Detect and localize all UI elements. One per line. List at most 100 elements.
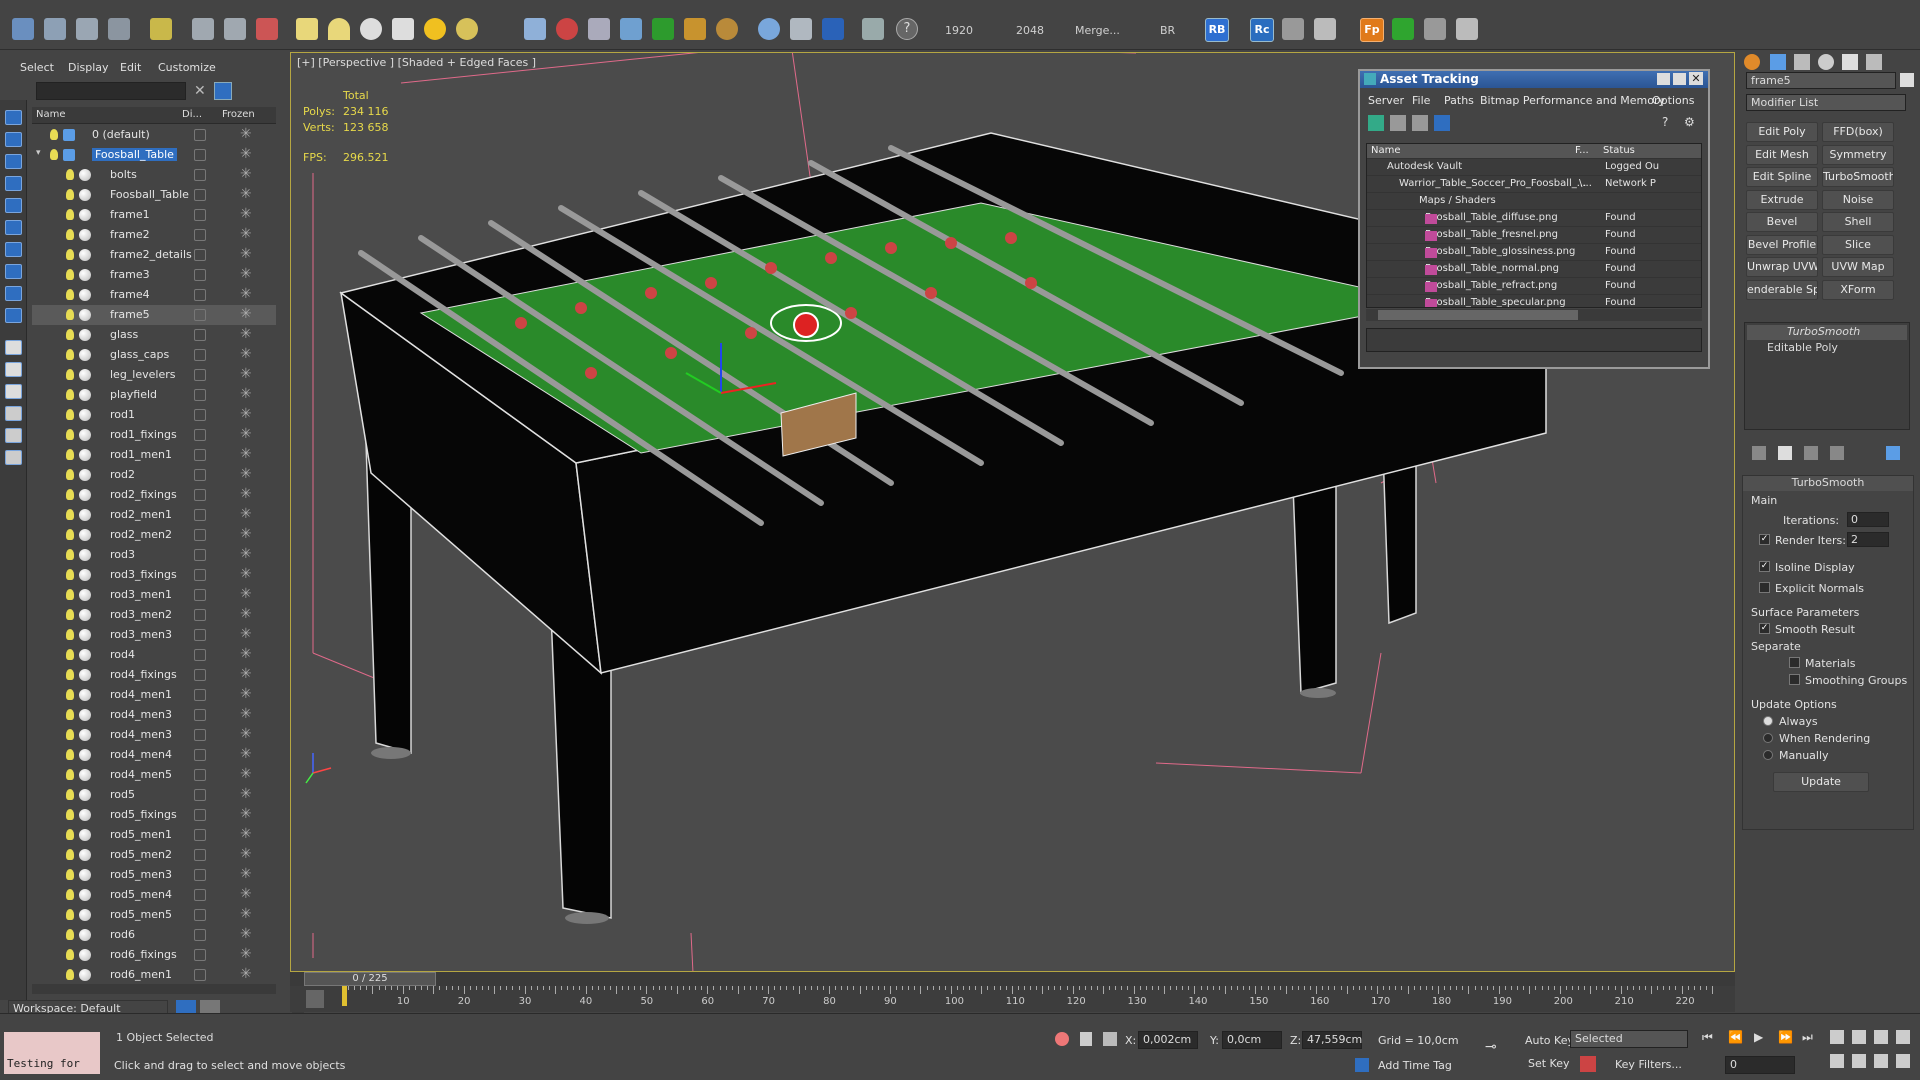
maximize-viewport-icon[interactable] <box>1896 1054 1910 1068</box>
remove-modifier-icon[interactable] <box>1830 446 1844 460</box>
freeze-toggle-icon[interactable]: ✳ <box>240 366 252 382</box>
display-toggle-icon[interactable] <box>194 389 206 401</box>
explorer-row[interactable]: rod4_men3 ✳ <box>32 705 276 725</box>
modifier-button[interactable]: Extrude <box>1746 189 1818 210</box>
display-toggle-icon[interactable] <box>194 409 206 421</box>
freeze-toggle-icon[interactable]: ✳ <box>240 286 252 302</box>
visibility-bulb-icon[interactable] <box>66 689 74 700</box>
visibility-bulb-icon[interactable] <box>66 629 74 640</box>
bind-icon[interactable] <box>108 18 130 40</box>
modifier-button[interactable]: Symmetry <box>1822 144 1894 165</box>
visibility-bulb-icon[interactable] <box>66 949 74 960</box>
display-toggle-icon[interactable] <box>194 969 206 981</box>
freeze-toggle-icon[interactable]: ✳ <box>240 486 252 502</box>
visibility-bulb-icon[interactable] <box>66 569 74 580</box>
batch-render-icon[interactable] <box>862 18 884 40</box>
fov-icon[interactable] <box>1830 1054 1844 1068</box>
visibility-bulb-icon[interactable] <box>66 909 74 920</box>
explorer-row[interactable]: rod5_men3 ✳ <box>32 865 276 885</box>
zoom-icon[interactable] <box>1830 1030 1844 1044</box>
display-toggle-icon[interactable] <box>194 169 206 181</box>
explorer-row[interactable]: rod1_fixings ✳ <box>32 425 276 445</box>
display-toggle-icon[interactable] <box>194 369 206 381</box>
zoom-extents-all-icon[interactable] <box>1896 1030 1910 1044</box>
explorer-row[interactable]: leg_levelers ✳ <box>32 365 276 385</box>
explorer-row[interactable]: glass ✳ <box>32 325 276 345</box>
explorer-row[interactable]: frame2_details ✳ <box>32 245 276 265</box>
explorer-row[interactable]: rod2_fixings ✳ <box>32 485 276 505</box>
explorer-row[interactable]: rod5 ✳ <box>32 785 276 805</box>
display-toggle-icon[interactable] <box>194 329 206 341</box>
light-filter-icon[interactable] <box>5 176 22 191</box>
hierarchy-tab-icon[interactable] <box>1794 54 1810 70</box>
freeze-toggle-icon[interactable]: ✳ <box>240 726 252 742</box>
configure-sets-icon[interactable] <box>1886 446 1900 460</box>
modifier-button[interactable]: UVW Map <box>1822 257 1894 277</box>
explorer-row[interactable]: glass_caps ✳ <box>32 345 276 365</box>
snowflake-icon[interactable] <box>620 18 642 40</box>
display-toggle-icon[interactable] <box>194 909 206 921</box>
asset-row[interactable]: Foosball_Table_diffuse.png Found <box>1367 210 1701 227</box>
visibility-bulb-icon[interactable] <box>66 249 74 260</box>
display-toggle-icon[interactable] <box>194 189 206 201</box>
tools-icon[interactable] <box>1424 18 1446 40</box>
br-button[interactable]: BR <box>1160 24 1175 37</box>
camera-filter-icon[interactable] <box>5 198 22 213</box>
smooth-result-checkbox[interactable]: ✓ <box>1759 623 1770 634</box>
explorer-row[interactable]: playfield ✳ <box>32 385 276 405</box>
grid-icon[interactable] <box>1456 18 1478 40</box>
modifier-button[interactable]: Bevel Profile <box>1746 234 1818 255</box>
display-toggle-icon[interactable] <box>194 249 206 261</box>
freeze-toggle-icon[interactable]: ✳ <box>240 346 252 362</box>
y-coordinate-field[interactable]: 0,0cm <box>1222 1031 1282 1049</box>
display-toggle-icon[interactable] <box>194 569 206 581</box>
hair-icon[interactable] <box>684 18 706 40</box>
play-icon[interactable]: ▶ <box>1754 1030 1763 1044</box>
visibility-bulb-icon[interactable] <box>66 869 74 880</box>
visibility-bulb-icon[interactable] <box>66 929 74 940</box>
freeze-toggle-icon[interactable]: ✳ <box>240 126 252 142</box>
display-toggle-icon[interactable] <box>194 269 206 281</box>
freeze-toggle-icon[interactable]: ✳ <box>240 606 252 622</box>
box-icon[interactable] <box>296 18 318 40</box>
motion-tab-icon[interactable] <box>1818 54 1834 70</box>
freeze-toggle-icon[interactable]: ✳ <box>240 806 252 822</box>
rollout-title[interactable]: TurboSmooth <box>1743 476 1913 491</box>
current-frame-field[interactable]: 0 <box>1725 1056 1795 1074</box>
warp-filter-icon[interactable] <box>5 242 22 257</box>
time-slider-track[interactable]: 0 / 225 <box>290 972 1735 986</box>
freeze-toggle-icon[interactable]: ✳ <box>240 166 252 182</box>
visibility-bulb-icon[interactable] <box>66 889 74 900</box>
create-tab-icon[interactable] <box>1744 54 1760 70</box>
explorer-row[interactable]: rod3_men3 ✳ <box>32 625 276 645</box>
shape-icon[interactable] <box>5 154 22 169</box>
display-toggle-icon[interactable] <box>194 209 206 221</box>
help-icon[interactable]: ? <box>896 18 918 40</box>
asset-scroll-thumb[interactable] <box>1378 310 1578 320</box>
helper-filter-icon[interactable] <box>5 220 22 235</box>
clear-search-icon[interactable]: ✕ <box>194 83 206 99</box>
asset-path-field[interactable] <box>1366 328 1702 352</box>
modifier-button[interactable]: Edit Mesh <box>1746 144 1818 165</box>
freeze-toggle-icon[interactable]: ✳ <box>240 946 252 962</box>
visibility-bulb-icon[interactable] <box>66 549 74 560</box>
modifier-list-dropdown[interactable]: Modifier List <box>1746 94 1906 111</box>
explorer-row[interactable]: 0 (default) ✳ <box>32 125 276 145</box>
add-time-tag-button[interactable]: Add Time Tag <box>1378 1059 1452 1072</box>
modifier-button[interactable]: Edit Spline <box>1746 167 1818 187</box>
display-toggle-icon[interactable] <box>194 689 206 701</box>
render-height[interactable]: 2048 <box>1016 24 1044 37</box>
utilities-tab-icon[interactable] <box>1866 54 1882 70</box>
explorer-row[interactable]: frame3 ✳ <box>32 265 276 285</box>
explorer-hscrollbar[interactable] <box>32 984 276 994</box>
filter-toggle-icon[interactable] <box>214 82 232 100</box>
freeze-toggle-icon[interactable]: ✳ <box>240 506 252 522</box>
freeze-toggle-icon[interactable]: ✳ <box>240 906 252 922</box>
freeze-toggle-icon[interactable]: ✳ <box>240 746 252 762</box>
time-slider[interactable]: 0 / 225 <box>304 972 436 986</box>
visibility-bulb-icon[interactable] <box>66 269 74 280</box>
asset-hscrollbar[interactable] <box>1366 309 1702 321</box>
render-iters-checkbox[interactable]: ✓ <box>1759 534 1770 545</box>
display-toggle-icon[interactable] <box>194 669 206 681</box>
when-rendering-radio[interactable] <box>1763 733 1773 743</box>
